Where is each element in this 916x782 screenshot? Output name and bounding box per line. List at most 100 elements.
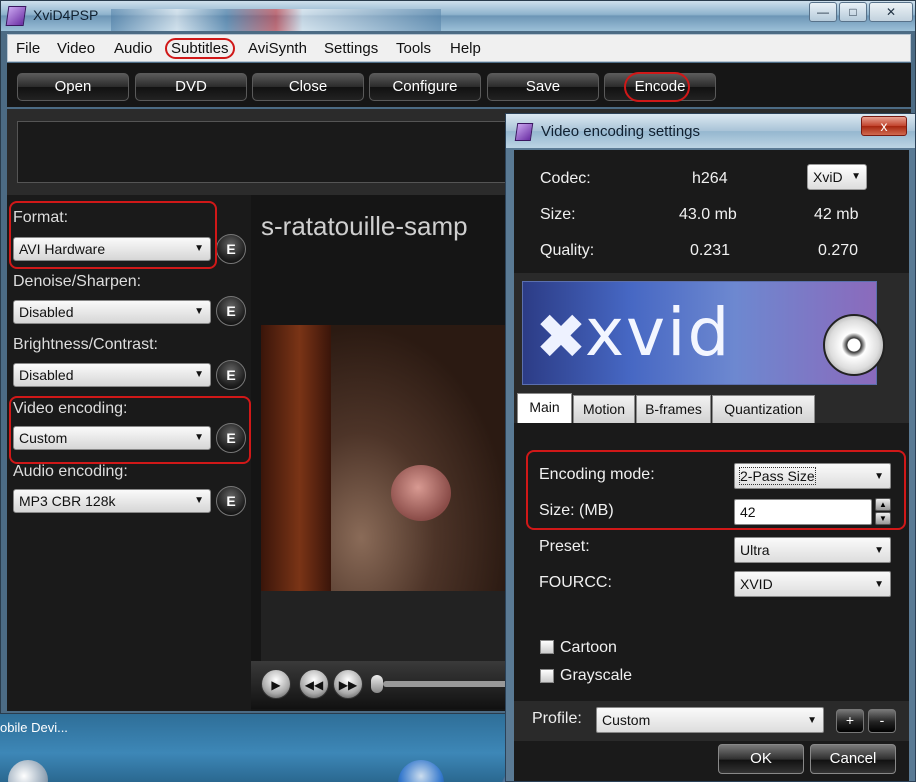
denoise-select[interactable]: Disabled ▼ bbox=[13, 300, 211, 324]
seek-bar[interactable] bbox=[383, 681, 511, 687]
highlight-box bbox=[9, 396, 251, 464]
dialog-title-bar: Video encoding settings x bbox=[506, 114, 915, 148]
audio-encoding-select[interactable]: MP3 CBR 128k ▼ bbox=[13, 489, 211, 513]
spin-down-icon[interactable]: ▼ bbox=[875, 512, 891, 525]
menu-settings[interactable]: Settings bbox=[324, 40, 378, 57]
chevron-down-icon: ▼ bbox=[874, 471, 884, 482]
brightness-edit-button[interactable]: E bbox=[216, 360, 246, 390]
chevron-down-icon: ▼ bbox=[874, 579, 884, 590]
video-scene-nose bbox=[391, 465, 451, 521]
menu-avisynth[interactable]: AviSynth bbox=[248, 40, 307, 57]
configure-button[interactable]: Configure bbox=[369, 73, 481, 101]
menu-file[interactable]: File bbox=[16, 40, 40, 57]
dialog-title: Video encoding settings bbox=[541, 123, 701, 140]
fourcc-value: XVID bbox=[740, 576, 773, 592]
video-scene-curtain bbox=[261, 325, 331, 591]
brightness-label: Brightness/Contrast: bbox=[13, 336, 158, 353]
preset-label: Preset: bbox=[539, 538, 590, 555]
close-button[interactable]: Close bbox=[252, 73, 364, 101]
encoding-mode-value: 2-Pass Size bbox=[739, 467, 816, 485]
format-edit-button[interactable]: E bbox=[216, 234, 246, 264]
xvid-x-icon: ✖ bbox=[535, 303, 587, 372]
title-bar: XviD4PSP — □ ✕ bbox=[1, 1, 915, 31]
video-encoding-dialog: Video encoding settings x Codec: h264 Xv… bbox=[505, 113, 916, 782]
tab-main[interactable]: Main bbox=[517, 393, 572, 423]
profile-label: Profile: bbox=[532, 710, 582, 727]
info-box bbox=[17, 121, 511, 183]
save-button[interactable]: Save bbox=[487, 73, 599, 101]
tab-quantization[interactable]: Quantization bbox=[712, 395, 815, 423]
window-title: XviD4PSP bbox=[33, 7, 99, 23]
size-value: 43.0 mb bbox=[679, 206, 737, 223]
profile-select[interactable]: Custom ▼ bbox=[596, 707, 824, 733]
remove-profile-button[interactable]: - bbox=[868, 709, 896, 733]
quality-label: Quality: bbox=[540, 242, 595, 259]
desktop-strip bbox=[0, 710, 520, 782]
audio-encoding-edit-button[interactable]: E bbox=[216, 486, 246, 516]
fourcc-select[interactable]: XVID ▼ bbox=[734, 571, 891, 597]
grayscale-checkbox[interactable] bbox=[540, 669, 554, 683]
encoding-mode-select[interactable]: 2-Pass Size ▼ bbox=[734, 463, 891, 489]
frame-forward-icon[interactable]: ▶▶ bbox=[333, 669, 363, 699]
profile-value: Custom bbox=[602, 712, 651, 728]
audio-encoding-label: Audio encoding: bbox=[13, 463, 128, 480]
cartoon-checkbox[interactable] bbox=[540, 640, 554, 654]
tab-bframes[interactable]: B-frames bbox=[636, 395, 711, 423]
codec-label: Codec: bbox=[540, 170, 591, 187]
minimize-icon[interactable]: — bbox=[809, 2, 837, 22]
open-button[interactable]: Open bbox=[17, 73, 129, 101]
maximize-icon[interactable]: □ bbox=[839, 2, 867, 22]
encoding-mode-label: Encoding mode: bbox=[539, 466, 655, 483]
profile-row: Profile: Custom ▼ + - bbox=[514, 701, 909, 741]
taskbar-thumbnails bbox=[111, 9, 441, 31]
dvd-button[interactable]: DVD bbox=[135, 73, 247, 101]
menu-tools[interactable]: Tools bbox=[396, 40, 431, 57]
left-panel: Format: AVI Hardware ▼ E Denoise/Sharpen… bbox=[7, 195, 251, 711]
play-icon[interactable]: ▶ bbox=[261, 669, 291, 699]
size-label: Size: bbox=[540, 206, 576, 223]
size-target: 42 mb bbox=[814, 206, 859, 223]
chevron-down-icon: ▼ bbox=[807, 715, 817, 726]
toolbar: Open DVD Close Configure Save Encode bbox=[7, 63, 911, 107]
menu-audio[interactable]: Audio bbox=[114, 40, 152, 57]
xvid-wordmark: xvid bbox=[585, 294, 732, 371]
video-title: s-ratatouille-samp bbox=[261, 211, 468, 241]
menu-video[interactable]: Video bbox=[57, 40, 95, 57]
seek-handle[interactable] bbox=[371, 675, 383, 693]
player-controls: ▶ ◀◀ ▶▶ bbox=[251, 661, 511, 709]
brightness-select[interactable]: Disabled ▼ bbox=[13, 363, 211, 387]
desktop-item-label[interactable]: obile Devi... bbox=[0, 720, 68, 735]
highlight-ring bbox=[624, 72, 690, 102]
denoise-value: Disabled bbox=[19, 304, 74, 320]
spin-up-icon[interactable]: ▲ bbox=[875, 498, 891, 511]
tab-main-body: Encoding mode: 2-Pass Size ▼ Size: (MB) … bbox=[514, 423, 909, 701]
chevron-down-icon: ▼ bbox=[194, 369, 204, 380]
ok-button[interactable]: OK bbox=[718, 744, 804, 774]
dialog-close-icon[interactable]: x bbox=[861, 116, 907, 136]
dialog-buttons: OK Cancel bbox=[514, 741, 909, 781]
menu-subtitles[interactable]: Subtitles bbox=[165, 38, 235, 59]
menu-help[interactable]: Help bbox=[450, 40, 481, 57]
dialog-app-icon bbox=[514, 123, 534, 141]
fourcc-label: FOURCC: bbox=[539, 574, 612, 591]
preset-select[interactable]: Ultra ▼ bbox=[734, 537, 891, 563]
app-icon bbox=[5, 6, 27, 26]
close-icon[interactable]: ✕ bbox=[869, 2, 913, 22]
chevron-down-icon: ▼ bbox=[194, 495, 204, 506]
cancel-button[interactable]: Cancel bbox=[810, 744, 896, 774]
codec-select[interactable]: XviD ▼ bbox=[807, 164, 867, 190]
highlight-box bbox=[9, 201, 217, 269]
video-preview bbox=[261, 325, 511, 591]
tab-motion[interactable]: Motion bbox=[573, 395, 635, 423]
dialog-stats: Codec: h264 XviD ▼ Size: 43.0 mb 42 mb Q… bbox=[514, 150, 909, 273]
size-mb-input[interactable]: 42 bbox=[734, 499, 872, 525]
codec-banner: ✖ xvid bbox=[514, 273, 909, 391]
grayscale-label: Grayscale bbox=[560, 667, 633, 684]
denoise-edit-button[interactable]: E bbox=[216, 296, 246, 326]
tabs: Main Motion B-frames Quantization bbox=[514, 391, 909, 423]
add-profile-button[interactable]: + bbox=[836, 709, 864, 733]
preset-value: Ultra bbox=[740, 542, 770, 558]
audio-encoding-value: MP3 CBR 128k bbox=[19, 493, 116, 509]
frame-back-icon[interactable]: ◀◀ bbox=[299, 669, 329, 699]
film-reel-icon bbox=[823, 314, 885, 376]
